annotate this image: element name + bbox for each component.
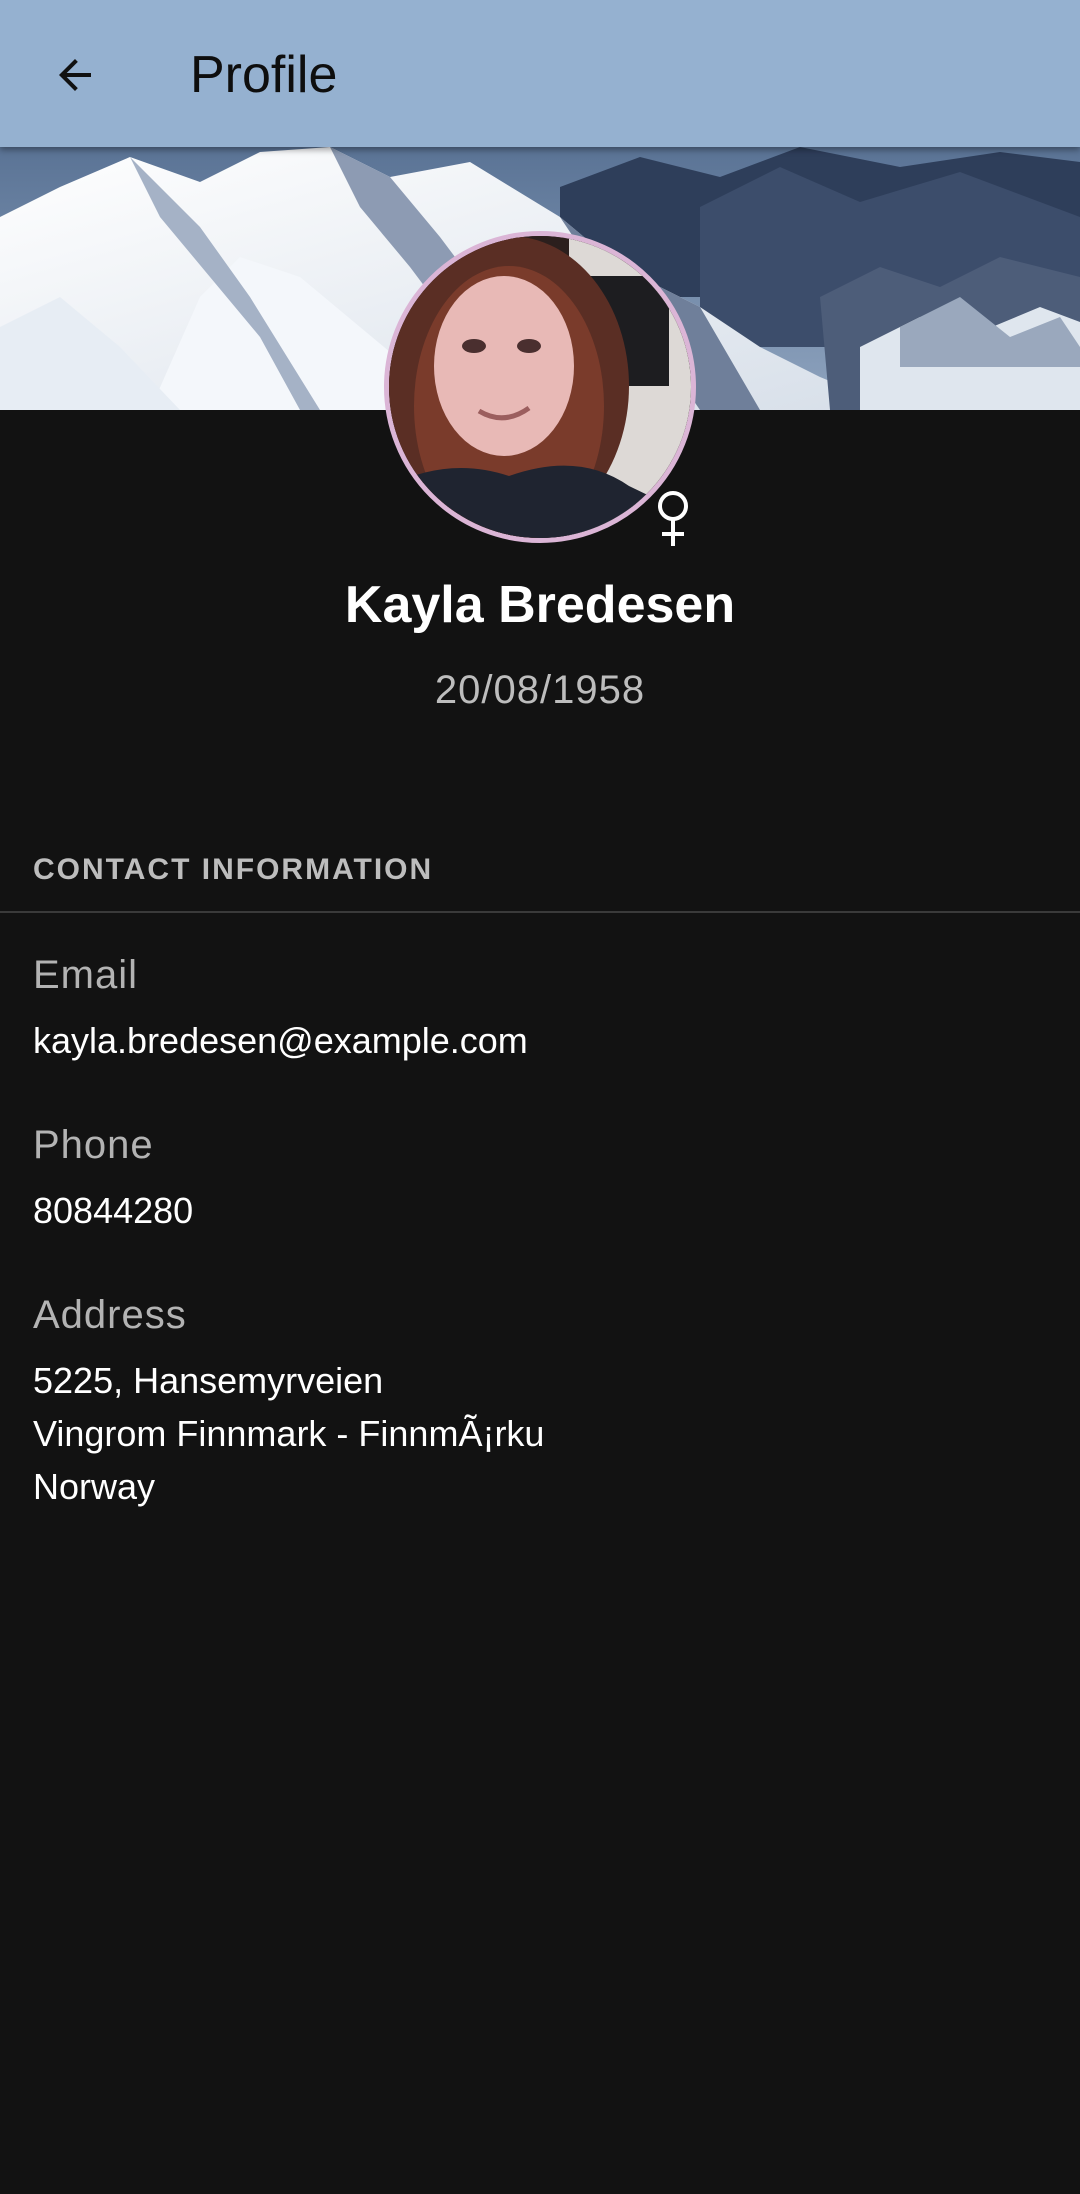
address-line-1[interactable]: 5225, Hansemyrveien: [33, 1354, 383, 1407]
profile-name: Kayla Bredesen: [344, 576, 736, 634]
app-bar: Profile: [0, 0, 1080, 147]
phone-label: Phone: [33, 1123, 154, 1167]
divider: [0, 911, 1080, 913]
back-button[interactable]: [40, 40, 110, 110]
address-line-3[interactable]: Norway: [33, 1460, 155, 1513]
arrow-back-icon: [59, 59, 91, 91]
profile-screen: Profile Kayla Bredesen 20/08/1958 CONTAC…: [0, 0, 1080, 2194]
user-photo: [389, 236, 691, 538]
female-symbol-icon: [658, 491, 688, 546]
date-of-birth: 20/08/1958: [434, 668, 646, 712]
address-line-2[interactable]: Vingrom Finnmark - FinnmÃ¡rku: [33, 1407, 544, 1460]
address-label: Address: [33, 1293, 187, 1337]
phone-value[interactable]: 80844280: [33, 1184, 193, 1237]
email-value[interactable]: kayla.bredesen@example.com: [33, 1014, 528, 1067]
email-label: Email: [33, 953, 139, 997]
section-header-contact: CONTACT INFORMATION: [33, 853, 434, 886]
page-title: Profile: [190, 46, 338, 104]
